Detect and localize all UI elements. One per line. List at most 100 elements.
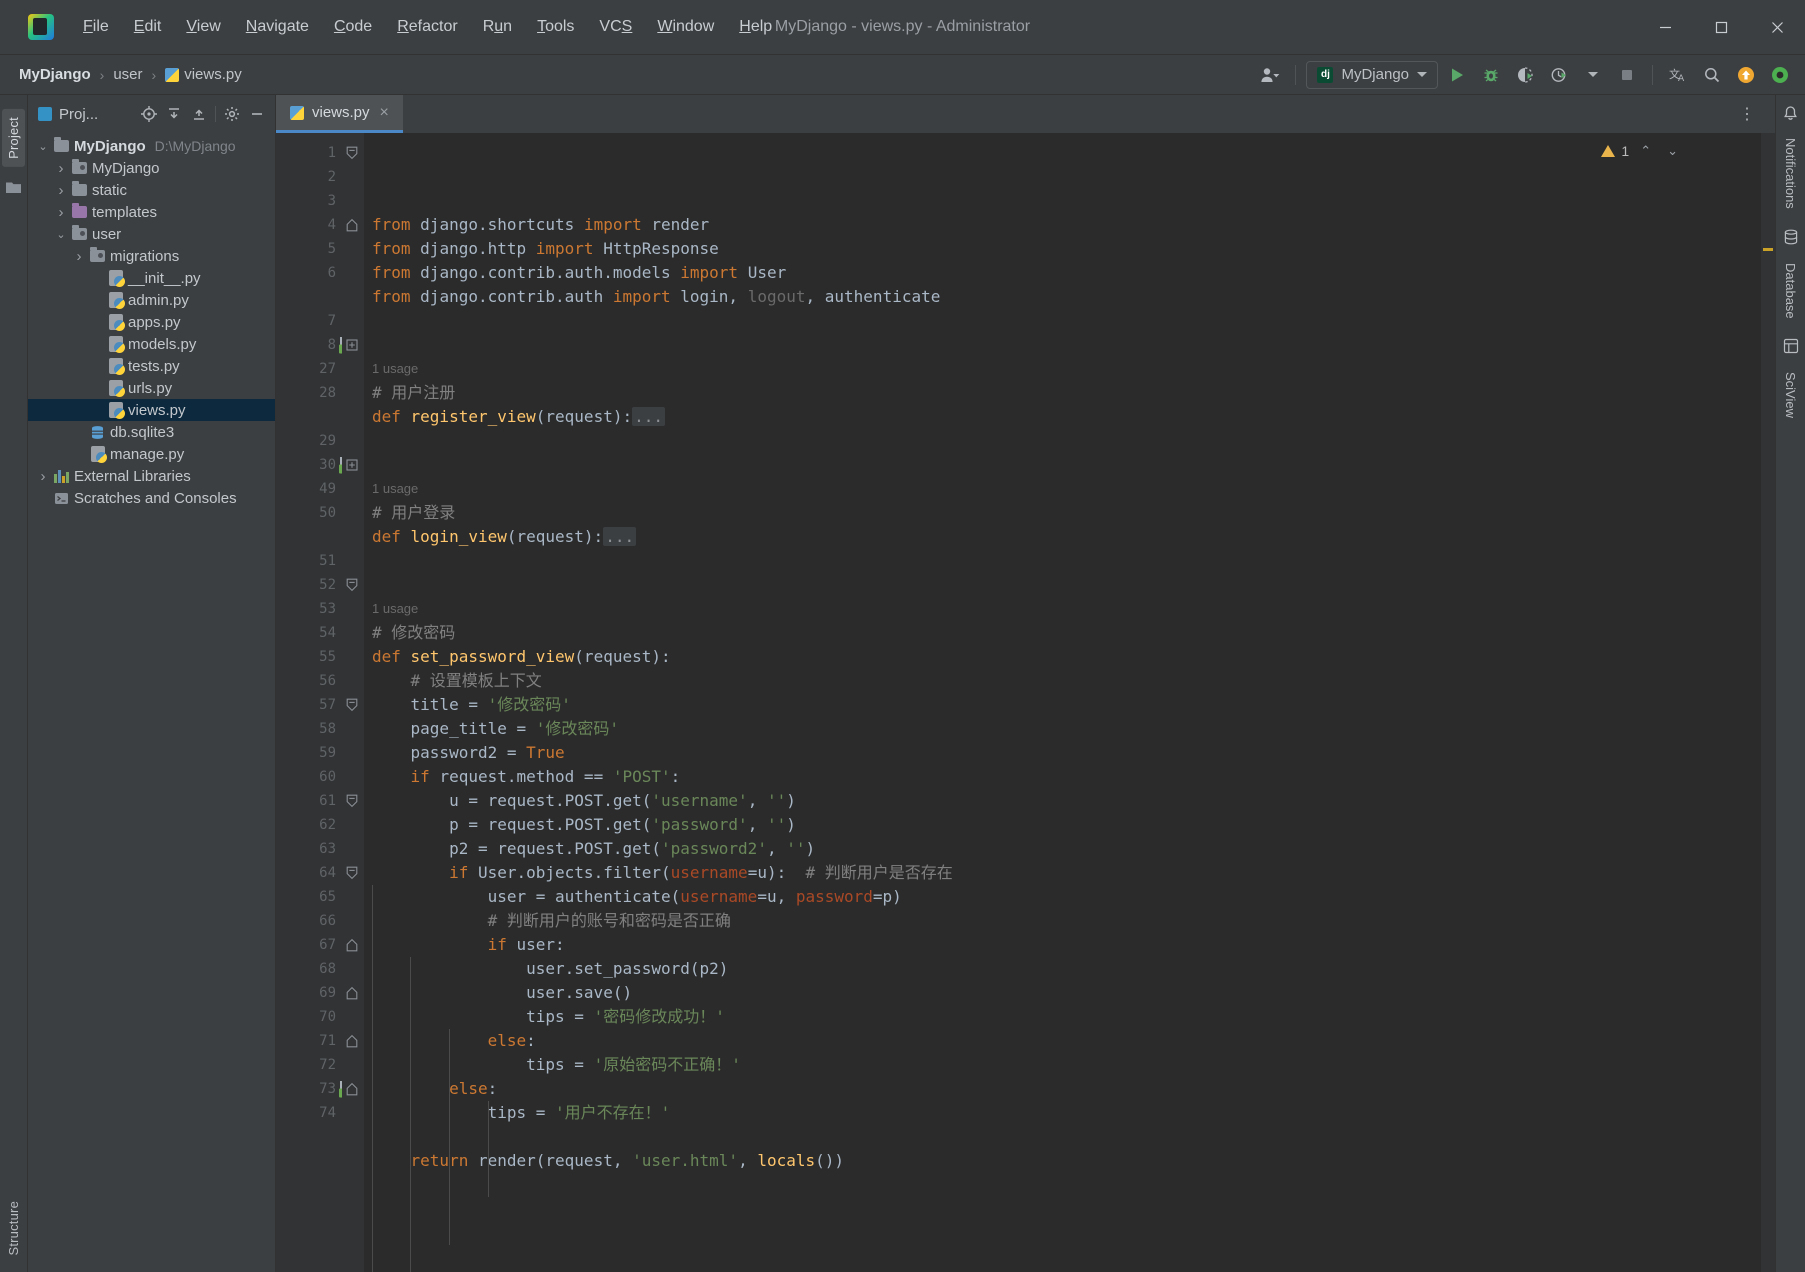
code-line[interactable]: user = authenticate(username=u, password… [372,885,1775,909]
code-line[interactable]: user.set_password(p2) [372,957,1775,981]
line-number[interactable]: 54 [276,621,342,645]
run-coverage-icon[interactable] [1510,61,1540,89]
line-number[interactable]: 5 [276,237,342,261]
close-icon[interactable]: × [378,104,391,121]
line-number-gutter[interactable]: 12345678H27282930H4950515253545556575859… [276,133,352,1272]
tool-tab-database[interactable]: Database [1779,255,1802,327]
tree-item-manage-py[interactable]: manage.py [28,443,275,465]
line-number[interactable]: 1 [276,141,342,165]
code-line[interactable] [372,453,1775,477]
line-number[interactable]: 28 [276,381,342,405]
code-line[interactable]: if user: [372,933,1775,957]
code-line[interactable]: page_title = '修改密码' [372,717,1775,741]
fold-marker[interactable] [342,933,364,957]
code-line[interactable]: if User.objects.filter(username=u): # 判断… [372,861,1775,885]
line-number[interactable]: 62 [276,813,342,837]
more-options-icon[interactable]: ⋮ [1731,102,1765,126]
tree-item-migrations[interactable]: › migrations [28,245,275,267]
maximize-button[interactable] [1693,0,1749,55]
code-line[interactable]: from django.shortcuts import render [372,213,1775,237]
code-line[interactable]: from django.contrib.auth.models import U… [372,261,1775,285]
fold-marker[interactable] [342,861,364,885]
menu-item-vcs[interactable]: VCS [588,14,643,40]
tree-item-views-py[interactable]: views.py [28,399,275,421]
menu-item-refactor[interactable]: Refactor [386,14,468,40]
line-number[interactable]: 2 [276,165,342,189]
usage-hint[interactable]: 1 usage [372,477,1775,501]
line-number[interactable]: 6 [276,261,342,285]
update-icon[interactable] [1731,61,1761,89]
code-line[interactable] [372,333,1775,357]
line-number[interactable]: 7 [276,309,342,333]
notifications-bell-icon[interactable] [1782,105,1799,122]
tree-item-admin-py[interactable]: admin.py [28,289,275,311]
code-line[interactable]: password2 = True [372,741,1775,765]
chevron-down-icon[interactable]: ⌄ [52,228,70,241]
translate-icon[interactable]: 文 A [1663,61,1693,89]
tree-item-db-sqlite3[interactable]: db.sqlite3 [28,421,275,443]
profiler-icon[interactable] [1544,61,1574,89]
menu-item-help[interactable]: Help [728,14,783,40]
tool-tab-structure[interactable]: Structure [2,1193,25,1264]
fold-marker[interactable] [342,573,364,597]
code-line[interactable]: tips = '用户不存在！' [372,1101,1775,1125]
breadcrumb-item-user[interactable]: user [108,64,147,85]
line-number[interactable]: 51 [276,549,342,573]
code-line[interactable]: tips = '密码修改成功！' [372,1005,1775,1029]
menu-item-view[interactable]: View [175,14,231,40]
line-number[interactable]: 63 [276,837,342,861]
line-number[interactable]: 74 [276,1101,342,1125]
line-number[interactable]: 64 [276,861,342,885]
fold-marker[interactable] [342,693,364,717]
line-number[interactable]: 4 [276,213,342,237]
fold-marker[interactable] [342,213,364,237]
code-line[interactable]: # 用户登录 [372,501,1775,525]
usage-hint[interactable]: 1 usage [372,357,1775,381]
search-everywhere-icon[interactable] [1697,61,1727,89]
tree-item-urls-py[interactable]: urls.py [28,377,275,399]
tree-item-user[interactable]: ⌄ user [28,223,275,245]
code-line[interactable] [372,1125,1775,1149]
fold-marker[interactable] [342,789,364,813]
code-line[interactable]: p = request.POST.get('password', '') [372,813,1775,837]
inspection-widget[interactable]: 1 ⌃ ⌄ [1601,143,1683,159]
line-number[interactable]: 57 [276,693,342,717]
line-number[interactable]: 67 [276,933,342,957]
line-number[interactable]: 65 [276,885,342,909]
line-number[interactable]: 30H [276,453,352,477]
locate-icon[interactable] [137,102,161,126]
line-number[interactable]: 49 [276,477,342,501]
chevron-right-icon[interactable]: › [70,248,88,265]
line-number[interactable]: 61 [276,789,342,813]
code-line[interactable]: if request.method == 'POST': [372,765,1775,789]
fold-marker[interactable] [342,1029,364,1053]
run-configuration-selector[interactable]: dj MyDjango [1306,60,1438,89]
usage-hint[interactable]: 1 usage [372,597,1775,621]
code-line[interactable]: from django.http import HttpResponse [372,237,1775,261]
tree-item-tests-py[interactable]: tests.py [28,355,275,377]
code-line[interactable]: u = request.POST.get('username', '') [372,789,1775,813]
tree-item-__init__-py[interactable]: __init__.py [28,267,275,289]
tree-item-external-libraries[interactable]: › External Libraries [28,465,275,487]
stop-icon[interactable] [1612,61,1642,89]
tool-tab-notifications[interactable]: Notifications [1779,130,1802,217]
menu-item-tools[interactable]: Tools [526,14,585,40]
line-number[interactable]: 55 [276,645,342,669]
menu-item-run[interactable]: Run [472,14,523,40]
line-number[interactable]: 8H [276,333,352,357]
code-line[interactable]: # 用户注册 [372,381,1775,405]
minimize-button[interactable] [1637,0,1693,55]
menu-item-code[interactable]: Code [323,14,383,40]
database-icon[interactable] [1783,229,1799,249]
debug-icon[interactable] [1476,61,1506,89]
previous-problem-icon[interactable]: ⌃ [1635,143,1656,159]
menu-item-window[interactable]: Window [646,14,725,40]
code-line[interactable]: # 判断用户的账号和密码是否正确 [372,909,1775,933]
sciview-icon[interactable] [1783,338,1799,358]
line-number[interactable]: 58 [276,717,342,741]
chevron-right-icon[interactable]: › [34,468,52,485]
line-number[interactable]: 70 [276,1005,342,1029]
code-line[interactable]: # 设置模板上下文 [372,669,1775,693]
line-number[interactable]: 72 [276,1053,342,1077]
menu-item-edit[interactable]: Edit [123,14,173,40]
